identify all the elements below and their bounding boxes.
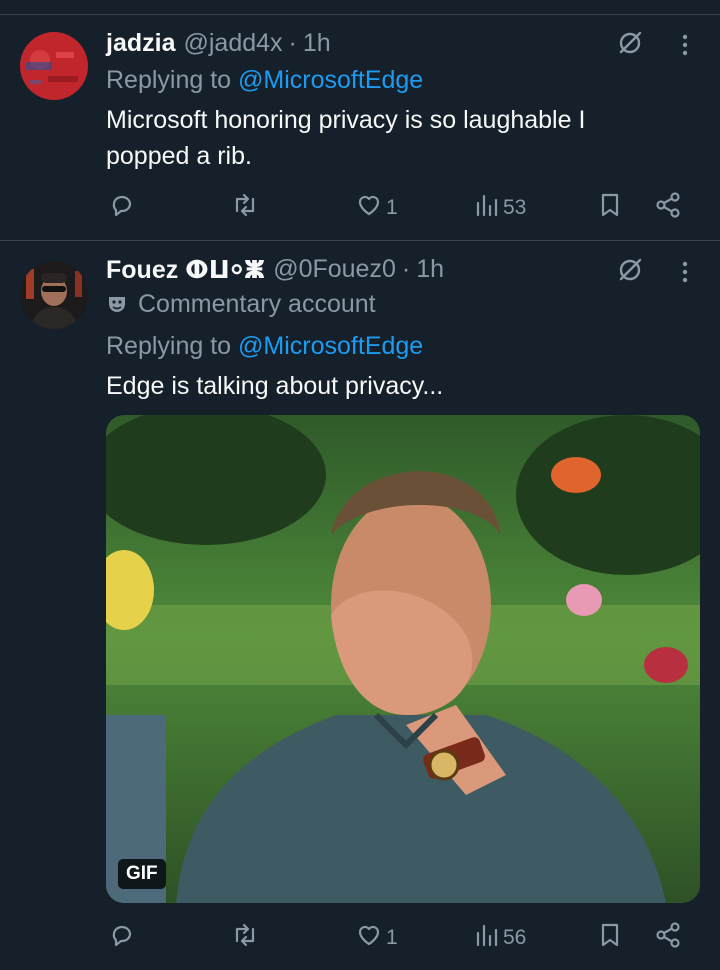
tweet-text: Edge is talking about privacy... — [106, 372, 444, 400]
grok-icon[interactable] — [615, 28, 645, 58]
timestamp[interactable]: 1h — [416, 255, 444, 284]
views-button[interactable]: 56 — [474, 921, 526, 955]
timestamp[interactable]: 1h — [303, 29, 331, 58]
avatar[interactable] — [20, 32, 88, 100]
replying-prefix: Replying to — [106, 332, 232, 360]
views-icon — [474, 921, 500, 955]
retweet-icon — [229, 191, 261, 225]
like-button[interactable]: 1 — [355, 191, 398, 225]
tweet-header: jadzia @jadd4x · 1h — [106, 26, 331, 60]
retweet-button[interactable] — [229, 921, 264, 955]
gif-badge: GIF — [118, 859, 166, 889]
grok-icon[interactable] — [615, 255, 645, 285]
display-name[interactable]: jadzia — [106, 29, 175, 58]
like-count: 1 — [386, 196, 398, 219]
commentary-mask-icon — [106, 293, 128, 315]
tweet-1[interactable]: jadzia @jadd4x · 1h Replying to @Microso… — [0, 0, 720, 240]
replying-to-link[interactable]: @MicrosoftEdge — [238, 66, 423, 94]
user-handle[interactable]: @0Fouez0 — [273, 255, 396, 284]
avatar[interactable] — [20, 261, 88, 329]
retweet-icon — [229, 921, 261, 955]
account-label-text: Commentary account — [138, 290, 376, 318]
share-icon — [654, 191, 682, 225]
replying-prefix: Replying to — [106, 66, 232, 94]
bookmark-button[interactable] — [597, 191, 623, 225]
replying-to-link[interactable]: @MicrosoftEdge — [238, 332, 423, 360]
gif-image — [106, 415, 700, 903]
reply-icon — [108, 191, 136, 225]
tweet-header: Fouez ⵀⵡ⸰ⵥ @0Fouez0 · 1h — [106, 252, 444, 286]
gif-media[interactable]: GIF — [106, 415, 700, 903]
like-icon — [355, 921, 383, 955]
more-icon[interactable] — [670, 30, 700, 60]
replying-to: Replying to @MicrosoftEdge — [106, 328, 423, 364]
account-label: Commentary account — [106, 286, 376, 322]
replying-to: Replying to @MicrosoftEdge — [106, 62, 423, 98]
like-button[interactable]: 1 — [355, 921, 398, 955]
reply-icon — [108, 921, 136, 955]
share-button[interactable] — [654, 921, 682, 955]
user-handle[interactable]: @jadd4x — [183, 29, 282, 58]
separator: · — [401, 254, 411, 283]
retweet-button[interactable] — [229, 191, 264, 225]
views-count: 56 — [503, 926, 527, 949]
like-count: 1 — [386, 926, 398, 949]
separator: · — [288, 28, 297, 57]
views-count: 53 — [503, 196, 527, 219]
tweet-text: Microsoft honoring privacy is so laughab… — [106, 106, 586, 170]
display-name[interactable]: Fouez ⵀⵡ⸰ⵥ — [106, 252, 265, 286]
reply-button[interactable] — [108, 191, 139, 225]
reply-button[interactable] — [108, 921, 139, 955]
like-icon — [355, 191, 383, 225]
views-button[interactable]: 53 — [474, 191, 526, 225]
share-button[interactable] — [654, 191, 682, 225]
bookmark-icon — [597, 191, 623, 225]
share-icon — [654, 921, 682, 955]
bookmark-icon — [597, 921, 623, 955]
bookmark-button[interactable] — [597, 921, 623, 955]
more-icon[interactable] — [670, 257, 700, 287]
views-icon — [474, 191, 500, 225]
